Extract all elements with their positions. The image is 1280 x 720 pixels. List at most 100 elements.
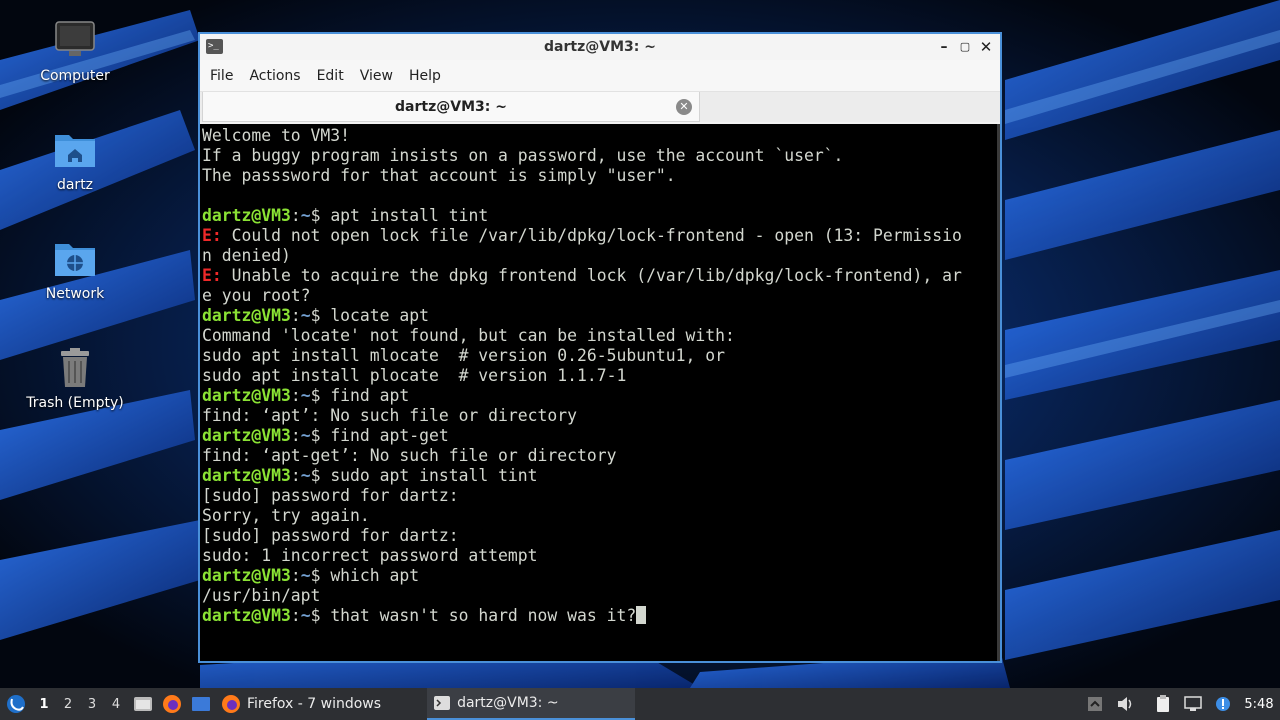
volume-icon[interactable] xyxy=(1110,688,1140,720)
prompt-user: dartz@VM3 xyxy=(202,306,291,325)
clipboard-icon[interactable] xyxy=(1148,688,1178,720)
terminal-line: dartz@VM3:~$ sudo apt install tint xyxy=(202,466,1000,486)
taskbar: 1 2 3 4 Firefox - 7 windows dartz@VM3: ~ xyxy=(0,688,1280,720)
desktop-icon xyxy=(191,697,210,711)
terminal-line: n denied) xyxy=(202,246,1000,266)
prompt-path: ~ xyxy=(300,386,311,405)
menu-file[interactable]: File xyxy=(202,68,241,84)
desktop-icon-trash[interactable]: Trash (Empty) xyxy=(20,345,130,411)
desktop-icon-label: Trash (Empty) xyxy=(26,395,124,411)
workspace-3[interactable]: 3 xyxy=(80,688,104,720)
firefox-icon xyxy=(162,695,181,713)
terminal-line: [sudo] password for dartz: xyxy=(202,526,1000,546)
home-folder-icon xyxy=(53,127,97,171)
menu-view[interactable]: View xyxy=(352,68,401,84)
update-notifier-icon[interactable] xyxy=(1208,688,1238,720)
prompt-dollar: $ xyxy=(310,386,331,405)
output-text: find: ‘apt’: No such file or directory xyxy=(202,406,577,425)
workspace-1[interactable]: 1 xyxy=(32,688,56,720)
menu-actions[interactable]: Actions xyxy=(241,68,308,84)
terminal-line: Sorry, try again. xyxy=(202,506,1000,526)
prompt-dollar: $ xyxy=(310,426,331,445)
prompt-user: dartz@VM3 xyxy=(202,606,291,625)
task-label: dartz@VM3: ~ xyxy=(457,695,559,711)
output-text: /usr/bin/apt xyxy=(202,586,321,605)
prompt-dollar: $ xyxy=(310,466,331,485)
output-text: If a buggy program insists on a password… xyxy=(202,146,844,165)
prompt-dollar: $ xyxy=(310,306,331,325)
command-text: that wasn't so hard now was it? xyxy=(330,606,637,625)
terminal-line: dartz@VM3:~$ locate apt xyxy=(202,306,1000,326)
firefox-launcher[interactable] xyxy=(157,688,186,720)
output-text: sudo: 1 incorrect password attempt xyxy=(202,546,538,565)
terminal-line: find: ‘apt-get’: No such file or directo… xyxy=(202,446,1000,466)
output-text: Welcome to VM3! xyxy=(202,126,351,145)
command-text: sudo apt install tint xyxy=(330,466,538,485)
tab-close-icon[interactable]: ✕ xyxy=(676,99,692,115)
show-desktop-launcher[interactable] xyxy=(186,688,215,720)
desktop-icon-computer[interactable]: Computer xyxy=(20,18,130,84)
prompt-separator: : xyxy=(290,426,301,445)
menu-edit[interactable]: Edit xyxy=(309,68,352,84)
error-text: Unable to acquire the dpkg frontend lock… xyxy=(221,266,962,285)
terminal-line: dartz@VM3:~$ find apt xyxy=(202,386,1000,406)
network-status-icon[interactable] xyxy=(1178,688,1208,720)
tab-terminal[interactable]: dartz@VM3: ~ ✕ xyxy=(202,92,700,122)
computer-icon xyxy=(53,18,97,62)
terminal-line: sudo apt install mlocate # version 0.26-… xyxy=(202,346,1000,366)
prompt-user: dartz@VM3 xyxy=(202,466,291,485)
terminal-line: e you root? xyxy=(202,286,1000,306)
output-text: The passsword for that account is simply… xyxy=(202,166,676,185)
output-text: [sudo] password for dartz: xyxy=(202,526,459,545)
desktop-icon-network[interactable]: Network xyxy=(20,236,130,302)
close-button[interactable]: ✕ xyxy=(976,37,996,57)
desktop-icon-home-folder[interactable]: dartz xyxy=(20,127,130,193)
trash-icon xyxy=(53,345,97,389)
terminal-line: dartz@VM3:~$ apt install tint xyxy=(202,206,1000,226)
workspace-4[interactable]: 4 xyxy=(104,688,128,720)
window-titlebar[interactable]: >_ dartz@VM3: ~ – ▢ ✕ xyxy=(200,34,1000,60)
terminal-icon xyxy=(434,696,451,710)
task-firefox[interactable]: Firefox - 7 windows xyxy=(215,688,391,720)
output-text: Sorry, try again. xyxy=(202,506,370,525)
desktop-icon-label: dartz xyxy=(56,177,94,193)
terminal-line: /usr/bin/apt xyxy=(202,586,1000,606)
terminal-scrollbar[interactable] xyxy=(997,124,1000,661)
prompt-user: dartz@VM3 xyxy=(202,566,291,585)
output-text: find: ‘apt-get’: No such file or directo… xyxy=(202,446,617,465)
terminal-line: sudo apt install plocate # version 1.1.7… xyxy=(202,366,1000,386)
start-menu-button[interactable] xyxy=(0,688,32,720)
clock[interactable]: 5:48 xyxy=(1238,688,1280,720)
prompt-user: dartz@VM3 xyxy=(202,206,291,225)
task-terminal[interactable]: dartz@VM3: ~ xyxy=(427,688,635,720)
prompt-path: ~ xyxy=(300,606,311,625)
prompt-user: dartz@VM3 xyxy=(202,386,291,405)
error-tag: E: xyxy=(202,226,222,245)
prompt-separator: : xyxy=(290,306,301,325)
tray-expand-icon[interactable] xyxy=(1080,688,1110,720)
terminal-line: The passsword for that account is simply… xyxy=(202,166,1000,186)
prompt-dollar: $ xyxy=(310,206,331,225)
terminal-window: >_ dartz@VM3: ~ – ▢ ✕ File Actions Edit … xyxy=(198,32,1002,663)
workspace-2[interactable]: 2 xyxy=(56,688,80,720)
terminal-line: dartz@VM3:~$ find apt-get xyxy=(202,426,1000,446)
terminal-line: sudo: 1 incorrect password attempt xyxy=(202,546,1000,566)
command-text: find apt xyxy=(330,386,410,405)
output-text: sudo apt install plocate # version 1.1.7… xyxy=(202,366,627,385)
minimize-button[interactable]: – xyxy=(934,37,954,57)
terminal-line: Welcome to VM3! xyxy=(202,126,1000,146)
menu-help[interactable]: Help xyxy=(401,68,449,84)
prompt-user: dartz@VM3 xyxy=(202,426,291,445)
menu-bar: File Actions Edit View Help xyxy=(200,60,1000,92)
output-text: n denied) xyxy=(202,246,291,265)
window-title: dartz@VM3: ~ xyxy=(544,39,656,55)
terminal-output[interactable]: Welcome to VM3! If a buggy program insist… xyxy=(200,124,1000,661)
terminal-line: E: Could not open lock file /var/lib/dpk… xyxy=(202,226,1000,246)
file-manager-launcher[interactable] xyxy=(128,688,157,720)
command-text: which apt xyxy=(330,566,420,585)
maximize-button[interactable]: ▢ xyxy=(955,37,975,57)
text-cursor xyxy=(636,606,647,624)
prompt-separator: : xyxy=(290,206,301,225)
prompt-path: ~ xyxy=(300,306,311,325)
